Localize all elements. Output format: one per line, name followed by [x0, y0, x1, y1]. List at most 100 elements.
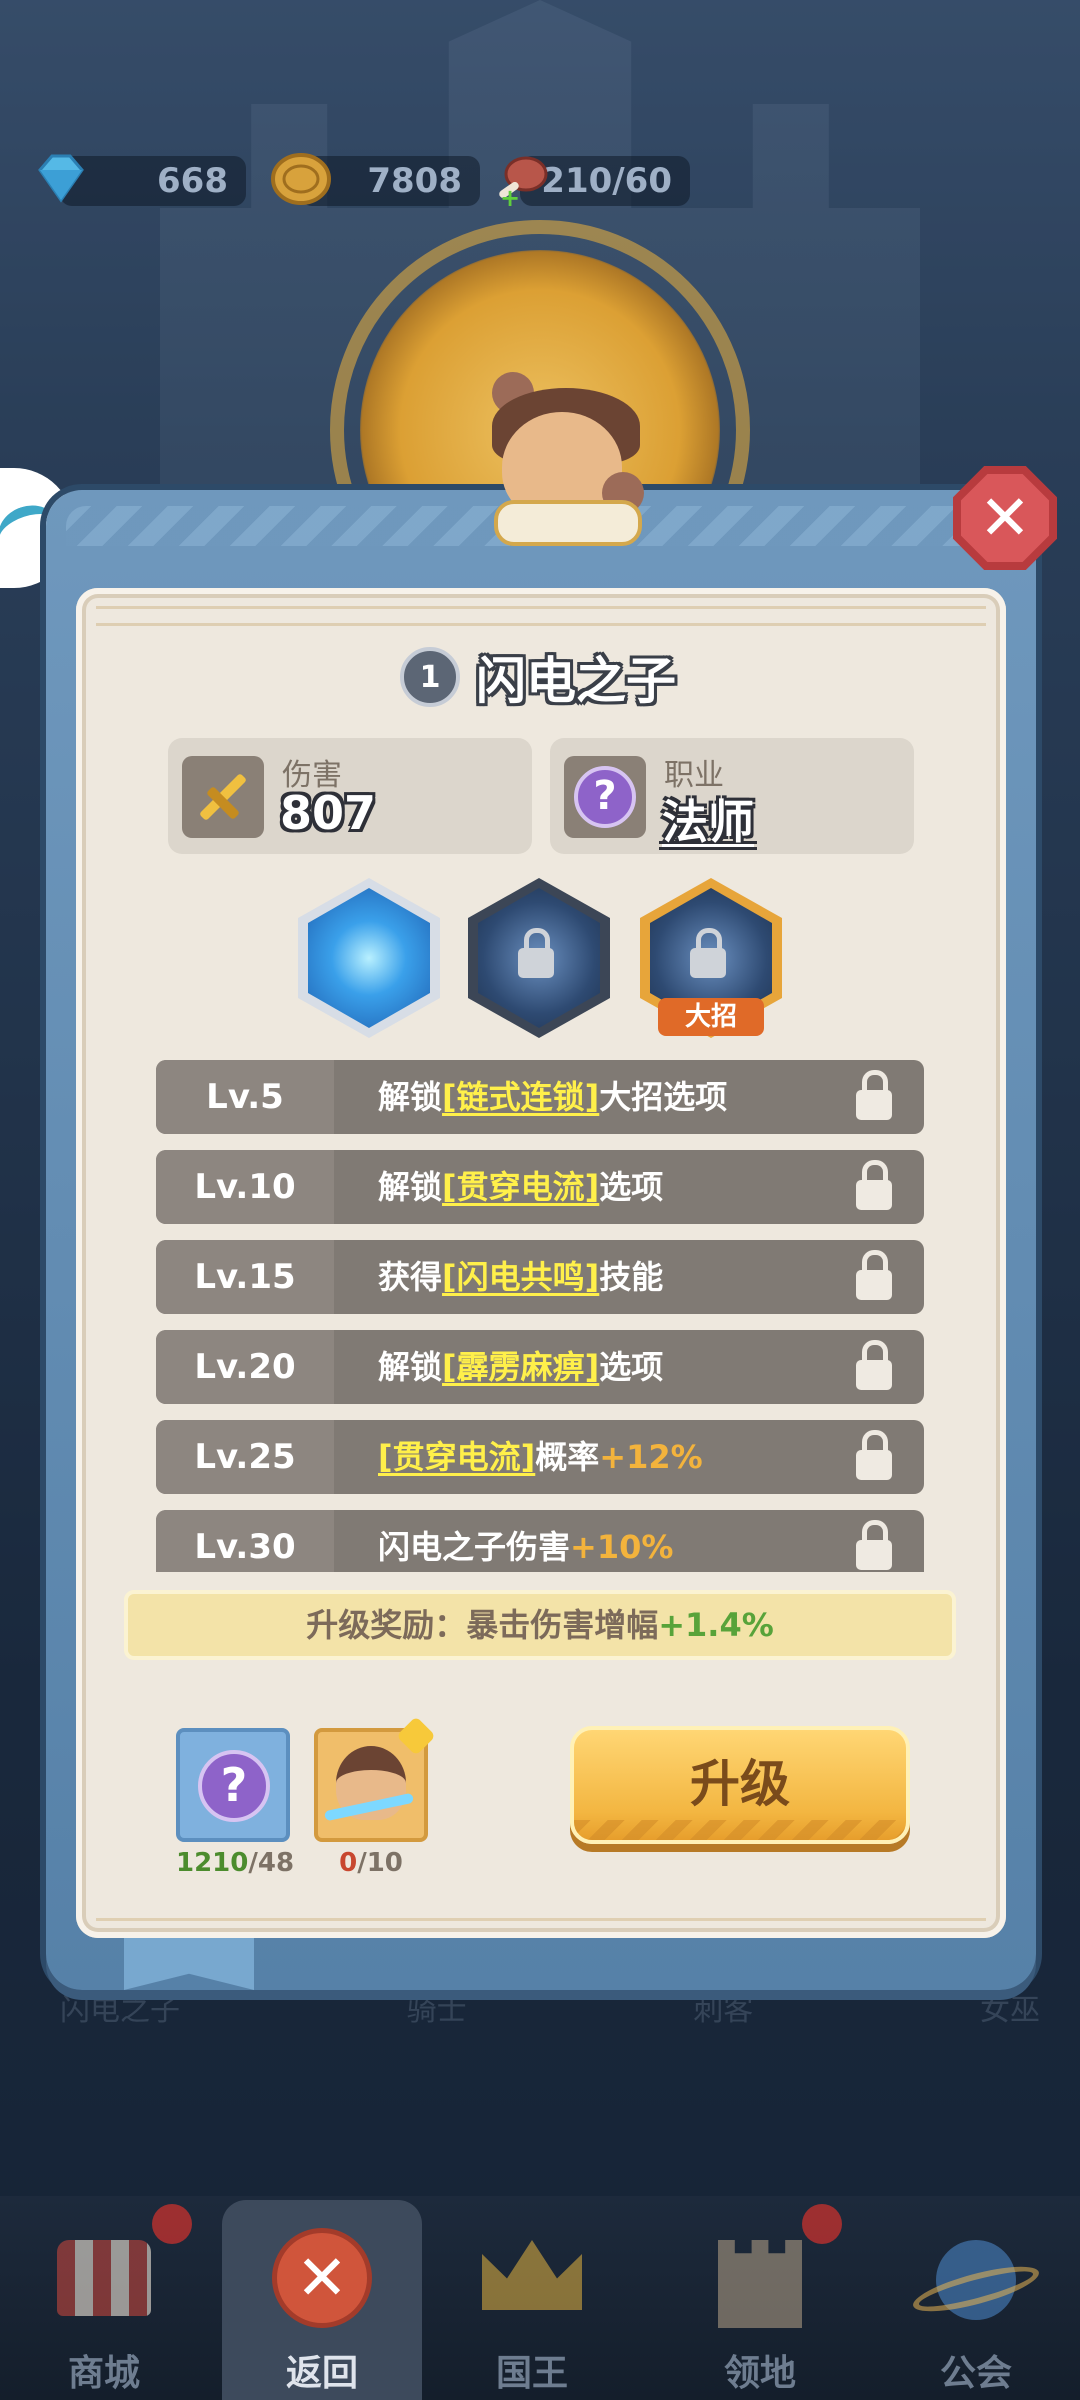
reward-prefix: 解锁: [378, 1348, 443, 1386]
reward-keyword: [闪电共鸣]: [442, 1258, 600, 1296]
hero-collar: [494, 500, 642, 546]
reward-keyword: [贯穿电流]: [442, 1168, 600, 1206]
button-zigzag: [574, 1820, 906, 1840]
level-reward-text: 解锁[贯穿电流]选项: [378, 1150, 663, 1224]
nav-territory-label: 领地: [723, 2353, 796, 2394]
level-requirement: Lv.30: [156, 1510, 334, 1572]
class-stat-card[interactable]: ? 职业 法师: [550, 738, 914, 854]
damage-value: 807: [280, 786, 377, 840]
svg-text:+: +: [500, 184, 520, 210]
upgrade-button-label: 升级: [690, 1755, 790, 1813]
hero-shard-count: 0/10: [314, 1848, 428, 1878]
gold-coin-icon: [271, 153, 331, 205]
reward-suffix: 选项: [599, 1348, 664, 1386]
mage-token-icon: ?: [198, 1750, 270, 1822]
level-requirement: Lv.25: [156, 1420, 334, 1494]
lock-icon: [856, 1250, 892, 1300]
ultimate-tag: 大招: [658, 998, 764, 1036]
list-item: Lv.10 解锁[贯穿电流]选项: [156, 1150, 924, 1224]
lock-icon: [856, 1520, 892, 1570]
hero-shard-item[interactable]: [314, 1716, 436, 1842]
reward-prefix: 解锁: [378, 1078, 443, 1116]
panel-ornament-top: [96, 606, 986, 626]
gold-count: 7808: [367, 161, 462, 201]
lock-icon: [856, 1430, 892, 1480]
hero-name: 闪电之子: [476, 652, 676, 710]
upgrade-button[interactable]: 升级: [570, 1726, 910, 1844]
reward-keyword: [贯穿电流]: [378, 1438, 536, 1476]
class-icon-frame: ?: [564, 756, 646, 838]
shop-notification-dot: [152, 2204, 192, 2244]
reward-prefix: 获得: [378, 1258, 443, 1296]
panel-ornament-bottom: [96, 1906, 986, 1921]
lock-icon: [856, 1160, 892, 1210]
list-item: Lv.20 解锁[霹雳麻痹]选项: [156, 1330, 924, 1404]
nav-guild[interactable]: 公会: [876, 2200, 1076, 2400]
reward-bonus: +12%: [599, 1438, 703, 1476]
level-requirement: Lv.15: [156, 1240, 334, 1314]
list-item: Lv.25 [贯穿电流]概率+12%: [156, 1420, 924, 1494]
nav-king[interactable]: 国王: [432, 2200, 632, 2400]
gem-icon: [38, 154, 84, 203]
nav-shop-label: 商城: [67, 2353, 140, 2394]
reward-suffix: 技能: [599, 1258, 664, 1296]
lock-icon: [518, 928, 554, 978]
lock-icon: [856, 1340, 892, 1390]
gem-counter[interactable]: 668: [38, 154, 246, 206]
reward-keyword: [链式连锁]: [442, 1078, 600, 1116]
back-close-icon: ✕: [272, 2228, 372, 2328]
list-item: Lv.5 解锁[链式连锁]大招选项: [156, 1060, 924, 1134]
level-reward-list[interactable]: Lv.5 解锁[链式连锁]大招选项 Lv.10 解锁[贯穿电流]选项 Lv.15…: [156, 1060, 924, 1572]
close-icon: ✕: [979, 481, 1031, 554]
nav-guild-label: 公会: [939, 2353, 1012, 2394]
class-value-link[interactable]: 法师: [662, 786, 754, 852]
class-token-have: 1210: [176, 1848, 249, 1878]
reward-suffix: 大招选项: [599, 1078, 728, 1116]
level-reward-text: 解锁[链式连锁]大招选项: [378, 1060, 727, 1134]
crown-icon: [482, 2240, 582, 2310]
level-requirement: Lv.10: [156, 1150, 334, 1224]
upgrade-reward-label: 升级奖励：暴击伤害增幅: [306, 1606, 659, 1644]
class-token-item[interactable]: ?: [176, 1728, 290, 1842]
list-item: Lv.30 闪电之子伤害+10%: [156, 1510, 924, 1572]
hero-portrait: [472, 372, 652, 546]
mage-staff-icon: ?: [574, 766, 636, 828]
castle-icon: [718, 2240, 802, 2328]
nav-back-label: 返回: [285, 2353, 358, 2394]
level-reward-text: 闪电之子伤害+10%: [378, 1510, 673, 1572]
level-requirement: Lv.20: [156, 1330, 334, 1404]
reward-keyword: [霹雳麻痹]: [442, 1348, 600, 1386]
reward-suffix: 概率: [535, 1438, 600, 1476]
meat-icon: +: [499, 156, 548, 210]
nav-king-label: 国王: [495, 2353, 568, 2394]
stamina-counter[interactable]: + 210/60: [499, 156, 690, 210]
shop-stall-icon: [57, 2240, 151, 2316]
reward-prefix: 闪电之子伤害: [378, 1528, 571, 1566]
upgrade-reward-bar: 升级奖励：暴击伤害增幅+1.4%: [124, 1590, 956, 1660]
lightning-skill-icon: [308, 888, 430, 1028]
reward-prefix: 解锁: [378, 1168, 443, 1206]
stamina-count: 210/60: [541, 161, 672, 201]
territory-notification-dot: [802, 2204, 842, 2244]
close-button[interactable]: ✕: [953, 466, 1057, 570]
upgrade-reward-value: +1.4%: [658, 1606, 774, 1644]
gold-counter[interactable]: 7808: [271, 153, 480, 206]
reward-bonus: +10%: [570, 1528, 674, 1566]
damage-stat-card: 伤害 807: [168, 738, 532, 854]
hero-level-badge: 1: [400, 647, 460, 707]
nav-back[interactable]: ✕ 返回: [222, 2200, 422, 2400]
class-token-need: /48: [248, 1848, 295, 1878]
gem-count: 668: [157, 161, 228, 201]
reward-suffix: 选项: [599, 1168, 664, 1206]
hero-title: 1 闪电之子: [400, 645, 676, 710]
level-requirement: Lv.5: [156, 1060, 334, 1134]
lock-icon: [690, 928, 726, 978]
class-token-count: 1210/48: [176, 1848, 294, 1878]
sword-icon: [182, 756, 264, 838]
hero-shard-need: /10: [357, 1848, 403, 1878]
lock-icon: [856, 1070, 892, 1120]
hero-shard-have: 0: [339, 1848, 358, 1878]
level-reward-text: [贯穿电流]概率+12%: [378, 1420, 703, 1494]
list-item: Lv.15 获得[闪电共鸣]技能: [156, 1240, 924, 1314]
level-reward-text: 获得[闪电共鸣]技能: [378, 1240, 663, 1314]
